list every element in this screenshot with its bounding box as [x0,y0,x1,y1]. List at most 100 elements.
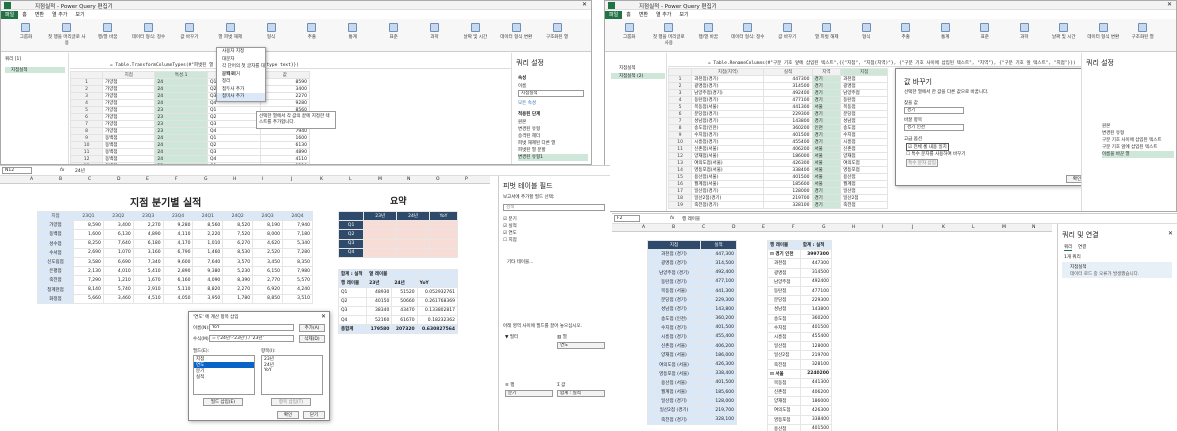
cell[interactable]: 8,250 [73,238,104,249]
cell[interactable]: Q3 [207,148,261,156]
cell[interactable]: 7,980 [282,266,313,277]
cell[interactable]: 3,950 [192,293,224,304]
tab-3[interactable]: 열 추가 [48,11,71,19]
cell[interactable]: 2,690 [73,247,104,258]
column-letter[interactable]: F [792,225,795,230]
cell[interactable]: 동백점 [102,141,156,149]
cell[interactable]: 분당점(경기) [691,110,765,118]
cell[interactable]: 4110 [259,155,311,163]
cell[interactable]: ⊟ 경기 인천 [767,249,801,260]
cell[interactable]: 목동점 [767,377,801,389]
cell[interactable]: 과천점 [840,75,888,83]
cell[interactable]: 광명점 [840,82,888,90]
pivot-header[interactable] [416,268,459,280]
cell[interactable]: 24 [154,141,208,149]
column-letter[interactable]: P [465,177,468,182]
pivot-header[interactable]: YoY [416,278,459,289]
fields-list[interactable]: 지점 연도 분기 실적 [193,355,255,395]
cell[interactable]: 8,820 [192,284,224,295]
ribbon-button[interactable]: 날짜 및 시간 [456,23,494,40]
cell[interactable]: 477,100 [700,276,737,287]
cell[interactable]: 동탄점 (경기) [647,276,701,287]
cell[interactable]: 0.18232362 [416,314,459,326]
cell[interactable]: Q3 [337,305,368,316]
cell[interactable]: Q2 [207,113,261,121]
cell[interactable]: 일산2점 [767,350,801,361]
field-option[interactable]: 실적 [194,374,254,380]
cell[interactable]: 338400 [763,166,813,174]
cell[interactable]: 남양주점 [767,276,801,287]
cell[interactable]: 서울 [811,152,842,160]
column-header[interactable]: 지점 [840,68,888,76]
cell[interactable]: 360200 [799,313,833,324]
field-search-input[interactable]: 검색 [503,204,605,211]
ribbon-button[interactable]: 통계 [334,23,372,40]
cell[interactable]: 동탄점 [767,285,801,297]
cell[interactable]: 경기 [811,187,842,195]
ribbon-button[interactable]: 열 피벗 해제 [211,23,249,40]
column-letter[interactable]: N [1032,225,1035,230]
cell[interactable]: 52160 [366,314,393,326]
cell[interactable] [396,238,430,249]
cell[interactable]: 일산2점(경기) [691,194,765,202]
cell[interactable]: 441300 [799,377,833,389]
cell[interactable]: 6,790 [162,247,194,258]
menu-item[interactable]: 사용자 지정 [217,48,265,56]
tab-2[interactable]: 변환 [635,11,652,19]
pivot-header[interactable] [391,268,418,280]
ribbon-button[interactable]: 형식 [848,23,885,40]
cell[interactable]: 서울 [811,159,842,167]
cell[interactable]: 경기 [811,75,842,83]
cell[interactable]: 179580 [366,324,393,335]
cell[interactable]: 3,400 [102,220,134,231]
column-letter[interactable]: J [291,177,292,182]
cell[interactable]: 5,740 [102,284,134,295]
column-header[interactable]: 실적 [700,239,737,251]
query-item[interactable]: 지점실적 [5,67,65,73]
cell[interactable]: 8,000 [252,229,284,240]
tab-3[interactable]: 열 추가 [652,11,675,19]
cell[interactable]: 4,110 [162,229,194,240]
column-letter[interactable]: G [822,225,826,230]
cell[interactable]: 경기 [811,96,842,104]
cell[interactable]: 광명점 (경기) [647,258,701,269]
cell[interactable] [429,247,458,258]
ribbon-button[interactable]: 과학 [416,23,454,40]
menu-item[interactable]: 정리 [217,78,265,86]
column-header[interactable]: 지점 [37,210,74,222]
cell[interactable]: 8,390 [222,275,254,286]
cell[interactable]: 죽전점(경기) [691,201,765,209]
cell[interactable]: 447,300 [700,249,737,260]
cell[interactable]: 월계점 [840,180,888,188]
cell[interactable]: 동탄점 [840,96,888,104]
pivot-header[interactable]: 행 레이블 [337,278,368,289]
cell[interactable]: 목동점 [840,103,888,111]
menu-item[interactable]: 공백 제거 [217,71,265,79]
insert-item-button[interactable]: 항목 삽입(T) [271,398,311,406]
cell[interactable]: 492,400 [700,267,737,278]
cell[interactable]: 신촌점 (서울) [647,341,701,352]
applied-step[interactable]: 승격된 헤더 [518,133,588,140]
cell[interactable]: 용산점(서울) [691,173,765,181]
cell[interactable]: 441,300 [700,285,737,297]
cell[interactable]: 51520 [391,287,418,298]
cell[interactable]: 229,300 [700,295,737,306]
applied-step[interactable]: 원본 [518,119,588,126]
cell[interactable]: 용산점 [767,423,801,431]
column-letter[interactable]: C [702,225,705,230]
close-icon[interactable]: ✕ [1168,230,1173,237]
cell[interactable]: 3,580 [73,256,104,268]
cell[interactable]: 143,800 [700,304,737,315]
cell[interactable]: 3,450 [252,256,284,268]
column-letter[interactable]: K [942,225,945,230]
tab-4[interactable]: 보기 [675,11,692,19]
cell[interactable]: 338400 [799,414,833,425]
cell[interactable]: 50660 [391,296,418,307]
cell[interactable]: 월계점(서울) [691,180,765,188]
menu-item[interactable]: 각 단어의 첫 글자를 대문자로 [217,63,265,77]
cell[interactable]: 영등포점 [767,414,801,425]
column-header[interactable]: 값 [259,71,311,79]
cell[interactable]: 1,600 [73,229,104,240]
cell[interactable]: 목동점(서울) [691,103,765,111]
tab-4[interactable]: 보기 [71,11,88,19]
